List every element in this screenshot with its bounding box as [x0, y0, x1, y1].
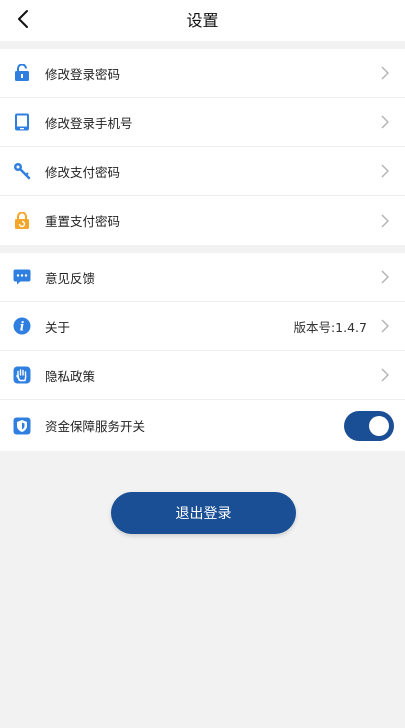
fund-protection-toggle[interactable]	[344, 410, 394, 441]
back-arrow-icon	[18, 10, 28, 28]
back-button[interactable]	[12, 6, 34, 32]
change-login-phone-item[interactable]: 修改登录手机号	[0, 98, 405, 147]
phone-icon	[13, 113, 31, 131]
feedback-icon	[13, 268, 31, 286]
shield-icon	[13, 417, 31, 435]
change-login-phone-label: 修改登录手机号	[45, 115, 133, 131]
feedback-label: 意见反馈	[45, 270, 96, 286]
hand-icon	[13, 366, 31, 384]
privacy-policy-item[interactable]: 隐私政策	[0, 351, 405, 400]
chevron-right-icon	[377, 114, 393, 130]
key-icon	[13, 162, 31, 180]
chevron-right-icon	[377, 367, 393, 383]
version-text: 版本号:1.4.7	[293, 319, 367, 335]
svg-text:i: i	[20, 320, 25, 334]
privacy-policy-label: 隐私政策	[45, 368, 96, 384]
top-bar: 设置	[0, 0, 405, 41]
about-label: 关于	[45, 319, 71, 335]
reset-payment-password-label: 重置支付密码	[45, 214, 121, 229]
change-login-password-label: 修改登录密码	[45, 66, 121, 82]
chevron-right-icon	[377, 65, 393, 81]
info-icon: i	[13, 317, 31, 335]
chevron-right-icon	[377, 269, 393, 285]
lock-icon	[13, 64, 31, 82]
about-item[interactable]: i 关于 版本号:1.4.7	[0, 302, 405, 351]
page-title: 设置	[186, 10, 219, 30]
general-settings-group: 意见反馈 i 关于 版本号:1.4.7 隐私政策 资金保障服务开关	[0, 253, 405, 451]
feedback-item[interactable]: 意见反馈	[0, 253, 405, 302]
chevron-right-icon	[377, 318, 393, 334]
change-login-password-item[interactable]: 修改登录密码	[0, 49, 405, 98]
toggle-knob	[369, 415, 389, 436]
change-payment-password-label: 修改支付密码	[45, 164, 121, 180]
chevron-right-icon	[377, 213, 393, 229]
logout-button[interactable]: 退出登录	[111, 492, 296, 534]
reset-lock-icon	[13, 211, 31, 230]
chevron-right-icon	[377, 163, 393, 179]
fund-protection-label: 资金保障服务开关	[45, 419, 146, 434]
change-payment-password-item[interactable]: 修改支付密码	[0, 147, 405, 196]
fund-protection-item: 资金保障服务开关	[0, 400, 405, 451]
reset-payment-password-item[interactable]: 重置支付密码	[0, 196, 405, 245]
account-settings-group: 修改登录密码 修改登录手机号 修改支付密码 重置支付密码	[0, 49, 405, 245]
